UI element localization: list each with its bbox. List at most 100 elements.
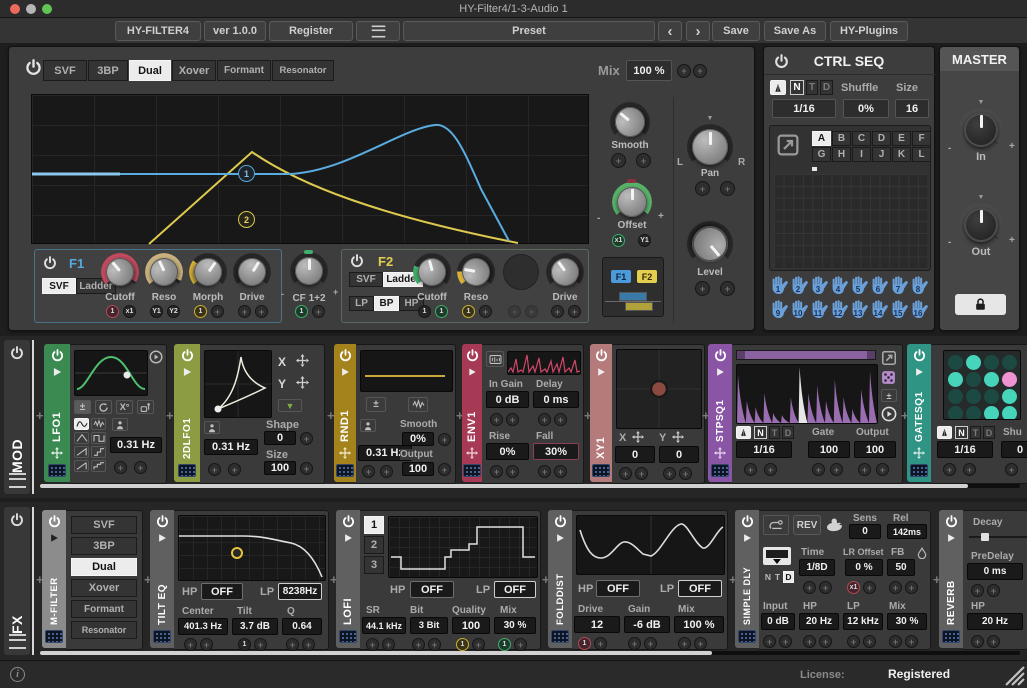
gate-step-current[interactable] (1002, 372, 1017, 387)
xy1-y-move-icon[interactable] (672, 431, 684, 443)
dlfo1-rate[interactable]: 0.31 Hz (204, 439, 258, 455)
stpsq1-gate-value[interactable]: 100 (808, 441, 850, 458)
lfo1-rate[interactable]: 0.31 Hz (110, 437, 162, 453)
grab-pattern-2[interactable]: 2 (789, 275, 809, 297)
grab-pattern-7[interactable]: 7 (889, 275, 909, 297)
level-knob[interactable] (687, 221, 733, 267)
mod-slot[interactable] (200, 638, 213, 651)
offset-knob[interactable] (612, 182, 652, 222)
env1-trigger-icon[interactable] (469, 369, 475, 376)
gate-step[interactable] (1002, 389, 1017, 404)
mod-slot[interactable] (211, 305, 224, 318)
lfo1-preview-play-icon[interactable] (149, 350, 163, 364)
mod-scrollbar[interactable] (40, 484, 1020, 488)
stpsq1-sync-d[interactable]: D (782, 426, 794, 439)
lfo1-shape-sine[interactable] (74, 418, 89, 430)
mod-slot[interactable] (228, 463, 241, 476)
reverb-midi-icon[interactable] (942, 630, 960, 643)
pattern-c[interactable]: C (852, 131, 871, 146)
env1-fall-value[interactable]: 30% (533, 443, 579, 460)
stpsq1-move-icon[interactable] (714, 447, 726, 459)
f1-type-svf[interactable]: SVF (42, 278, 76, 294)
reverb-decay-slider[interactable] (969, 533, 1027, 541)
tilt-eq-bypass-icon[interactable] (159, 534, 166, 542)
f1-drive-knob[interactable] (233, 253, 271, 291)
mod-slot[interactable] (554, 465, 567, 478)
env1-input-select-button[interactable] (486, 351, 504, 367)
mod-slot[interactable] (943, 463, 956, 476)
lfo1-shape-square[interactable] (91, 432, 106, 444)
f2-mode-lp[interactable]: LP (349, 296, 374, 311)
grab-pattern-12[interactable]: 12 (829, 299, 849, 321)
lfo1-shape-stair[interactable] (91, 460, 106, 472)
lfo1-bipolar-button[interactable]: ± (74, 400, 91, 414)
stpsq1-play-icon[interactable] (881, 406, 897, 422)
smooth-knob[interactable] (610, 102, 650, 142)
mod-slot[interactable] (506, 465, 519, 478)
sync-metronome-button[interactable] (770, 80, 786, 95)
f2-power-icon[interactable] (350, 254, 364, 268)
tilt-eq-q-value[interactable]: 0.64 (282, 618, 322, 635)
env1-rise-value[interactable]: 0% (486, 443, 529, 460)
simple-dly-input-value[interactable]: 0 dB (761, 613, 795, 630)
folddist-drive-value[interactable]: 12 (574, 616, 620, 633)
stpsq1-midi-icon[interactable] (711, 464, 729, 477)
pattern-i[interactable]: I (852, 147, 871, 162)
register-button[interactable]: Register (269, 21, 353, 41)
mod-slot[interactable]: Y1 (150, 305, 163, 318)
mod-slot[interactable] (987, 584, 1000, 597)
mod-slot[interactable] (858, 463, 871, 476)
gatesq1-sync-d[interactable]: D (983, 426, 995, 439)
mod-slot[interactable] (644, 637, 657, 650)
gate-step[interactable] (948, 406, 963, 420)
gate-step[interactable] (966, 355, 981, 370)
gate-step[interactable] (984, 355, 999, 370)
pan-knob[interactable] (687, 124, 733, 170)
pattern-g[interactable]: G (812, 147, 831, 162)
mod-slot[interactable] (971, 635, 984, 648)
expand-icon[interactable] (776, 133, 800, 157)
gatesq1-move-icon[interactable] (913, 447, 925, 459)
rnd1-trigger-icon[interactable] (342, 368, 349, 376)
reverb-hp-value[interactable]: 20 Hz (967, 613, 1023, 630)
env1-power-icon[interactable] (466, 349, 479, 362)
mod-slot[interactable]: 1 (418, 305, 431, 318)
m-filter-svf[interactable]: SVF (71, 516, 137, 534)
fx-power-icon[interactable] (10, 513, 24, 527)
simple-dly-midi-icon[interactable] (738, 630, 756, 643)
folddist-display[interactable] (576, 515, 725, 575)
mod-slot[interactable]: 1 (238, 638, 251, 651)
mod-slot[interactable] (663, 467, 676, 480)
lofi-mix-value[interactable]: 30 % (494, 617, 536, 634)
grab-pattern-1[interactable]: 1 (769, 275, 789, 297)
env1-move-icon[interactable] (466, 447, 478, 459)
resize-grip-lines[interactable] (1004, 665, 1026, 687)
lfo1-power-icon[interactable] (51, 349, 64, 362)
mod-slot[interactable] (508, 305, 521, 318)
mix-value[interactable]: 100 % (626, 60, 672, 81)
pattern-b[interactable]: B (832, 131, 851, 146)
mod-slot[interactable] (380, 465, 393, 478)
mod-slot[interactable] (963, 463, 976, 476)
mod-slot[interactable] (763, 635, 776, 648)
pattern-h[interactable]: H (832, 147, 851, 162)
out-knob[interactable] (959, 203, 1003, 247)
pattern-l[interactable]: L (912, 147, 931, 162)
info-icon[interactable]: i (10, 667, 25, 682)
tilt-eq-display[interactable] (178, 515, 326, 581)
gatesq1-power-icon[interactable] (913, 349, 926, 362)
grab-pattern-10[interactable]: 10 (789, 299, 809, 321)
mod-slot[interactable] (382, 638, 395, 651)
lofi-display[interactable] (388, 516, 538, 578)
gatesq1-grid[interactable] (943, 350, 1021, 420)
env1-midi-icon[interactable] (463, 464, 481, 477)
lofi-lp-value[interactable]: OFF (494, 581, 536, 598)
mod-slot[interactable] (779, 635, 792, 648)
mod-slot[interactable] (812, 463, 825, 476)
xy1-midi-icon[interactable] (592, 464, 610, 477)
mod-slot[interactable] (628, 637, 641, 650)
simple-dly-sync-d[interactable]: D (783, 571, 794, 583)
dlfo1-shape-menu-button[interactable]: ▼ (278, 399, 302, 412)
simple-dly-fb-value[interactable]: 50 (887, 559, 915, 576)
routing-selector[interactable]: F1 F2 (602, 257, 664, 317)
